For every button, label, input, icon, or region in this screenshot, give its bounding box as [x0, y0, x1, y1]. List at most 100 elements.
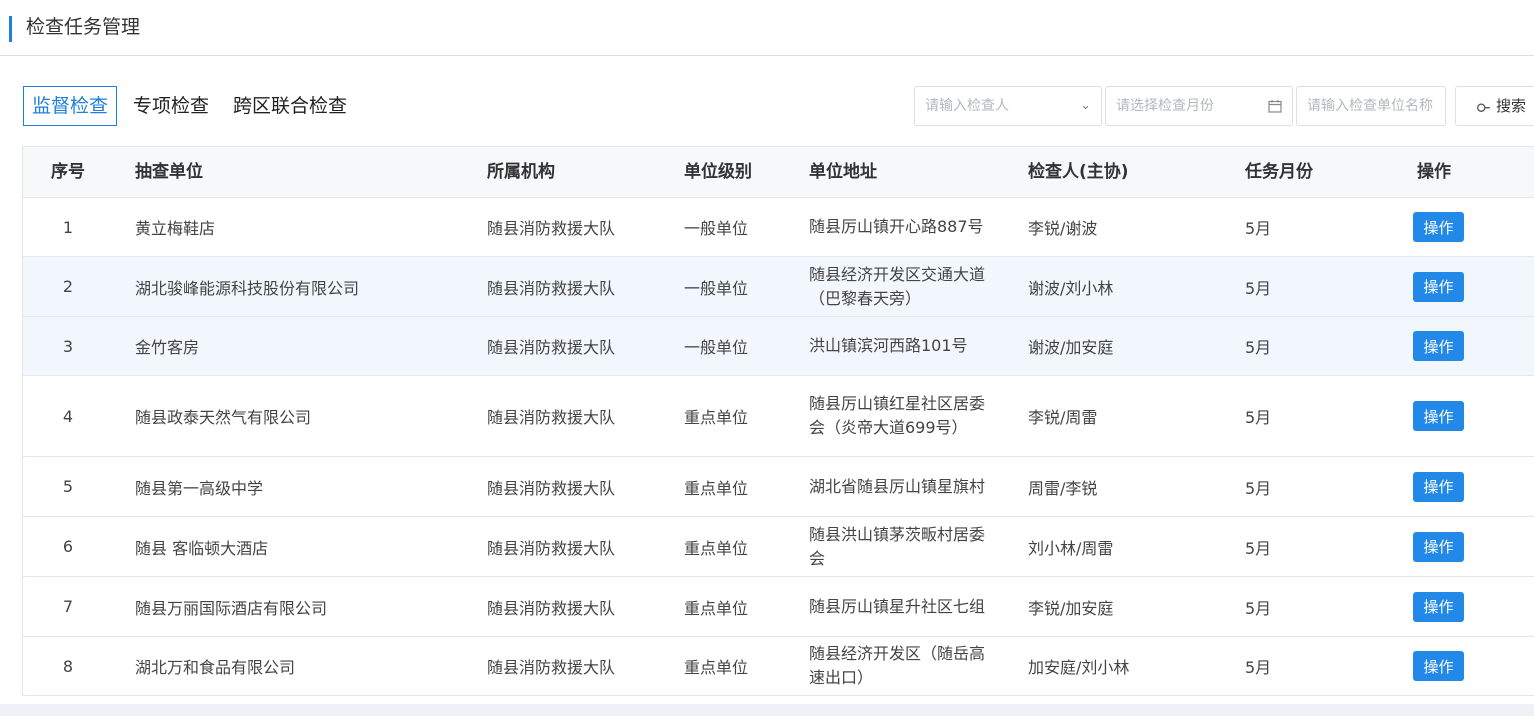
- search-button[interactable]: 搜索: [1455, 86, 1534, 126]
- cell-org: 随县消防救援大队: [487, 338, 616, 357]
- cell-month: 5月: [1245, 219, 1272, 238]
- cell-level: 一般单位: [684, 278, 749, 298]
- cell-inspector: 谢波/刘小林: [1028, 278, 1114, 298]
- cell-inspector: 李锐/周雷: [1028, 408, 1098, 427]
- task-table: 序号 抽查单位 所属机构 单位级别 单位地址 检查人(主协) 任务月份 操作 1…: [22, 146, 1534, 696]
- calendar-icon: [1268, 87, 1282, 125]
- cell-month: 5月: [1245, 278, 1272, 298]
- cell-org: 随县消防救援大队: [487, 598, 616, 618]
- tab-special-inspection[interactable]: 专项检查: [133, 87, 209, 125]
- search-icon: [1464, 89, 1499, 124]
- column-header-org: 所属机构: [487, 162, 555, 182]
- cell-org: 随县消防救援大队: [487, 278, 616, 298]
- cell-index: 4: [62, 406, 74, 426]
- cell-address: 随县经济开发区（随岳高速出口）: [809, 644, 986, 687]
- operate-button[interactable]: 操作: [1413, 471, 1464, 502]
- cell-action: 操作: [1413, 457, 1464, 516]
- operate-button[interactable]: 操作: [1413, 531, 1464, 562]
- cell-index: 2: [62, 277, 74, 296]
- cell-unit: 湖北骏峰能源科技股份有限公司: [135, 278, 360, 298]
- cell-action: 操作: [1413, 577, 1464, 636]
- cell-unit: 随县政泰天然气有限公司: [135, 408, 312, 427]
- cell-inspector: 周雷/李锐: [1028, 478, 1098, 498]
- table-body: 1 黄立梅鞋店 随县消防救援大队 一般单位 随县厉山镇开心路887号 李锐/谢波 5月 操作 2…: [23, 198, 1534, 696]
- horizontal-scrollbar[interactable]: [0, 704, 1534, 716]
- page-title: 检查任务管理: [26, 16, 141, 38]
- column-header-inspector: 检查人(主协): [1028, 162, 1129, 182]
- table-row[interactable]: 3 金竹客房 随县消防救援大队 一般单位 洪山镇滨河西路101号 谢波/加安庭 5月 操作: [23, 317, 1534, 376]
- cell-unit: 黄立梅鞋店: [135, 219, 216, 238]
- cell-action: 操作: [1413, 257, 1464, 316]
- operate-button[interactable]: 操作: [1413, 271, 1464, 302]
- cell-action: 操作: [1413, 637, 1464, 695]
- cell-org: 随县消防救援大队: [487, 538, 616, 558]
- cell-org: 随县消防救援大队: [487, 219, 616, 238]
- cell-level: 重点单位: [684, 658, 749, 677]
- cell-index: 7: [62, 597, 74, 616]
- cell-unit: 金竹客房: [135, 338, 200, 357]
- cell-address: 随县经济开发区交通大道（巴黎春天旁）: [809, 264, 986, 308]
- cell-month: 5月: [1245, 478, 1272, 498]
- cell-org: 随县消防救援大队: [487, 408, 616, 427]
- cell-inspector: 李锐/谢波: [1028, 219, 1098, 238]
- cell-month: 5月: [1245, 538, 1272, 558]
- inspector-select[interactable]: 请输入检查人 ⌄: [914, 86, 1102, 126]
- cell-org: 随县消防救援大队: [487, 658, 616, 677]
- cell-unit: 随县 客临顿大酒店: [135, 538, 269, 558]
- chevron-down-icon: ⌄: [1080, 98, 1091, 113]
- cell-index: 5: [62, 477, 74, 496]
- cell-unit: 随县万丽国际酒店有限公司: [135, 598, 328, 618]
- table-row[interactable]: 6 随县 客临顿大酒店 随县消防救援大队 重点单位 随县洪山镇茅茨畈村居委会 刘小林/周雷…: [23, 517, 1534, 577]
- cell-address: 随县洪山镇茅茨畈村居委会: [809, 524, 986, 568]
- cell-level: 重点单位: [684, 538, 749, 558]
- cell-level: 重点单位: [684, 598, 749, 618]
- cell-month: 5月: [1245, 598, 1272, 618]
- cell-address: 洪山镇滨河西路101号: [809, 336, 968, 355]
- cell-action: 操作: [1413, 376, 1464, 456]
- cell-index: 3: [62, 336, 74, 356]
- column-header-level: 单位级别: [684, 162, 752, 182]
- unit-name-input[interactable]: 请输入检查单位名称: [1296, 86, 1446, 126]
- column-header-address: 单位地址: [809, 162, 877, 182]
- cell-action: 操作: [1413, 317, 1464, 375]
- cell-month: 5月: [1245, 408, 1272, 427]
- column-header-month: 任务月份: [1245, 162, 1313, 182]
- table-row[interactable]: 7 随县万丽国际酒店有限公司 随县消防救援大队 重点单位 随县厉山镇星升社区七组 李锐/加…: [23, 577, 1534, 637]
- cell-index: 1: [62, 217, 74, 237]
- column-header-action: 操作: [1417, 162, 1451, 182]
- operate-button[interactable]: 操作: [1413, 212, 1464, 242]
- cell-unit: 湖北万和食品有限公司: [135, 658, 296, 677]
- cell-month: 5月: [1245, 338, 1272, 357]
- cell-level: 一般单位: [684, 219, 749, 238]
- tab-cross-region-inspection[interactable]: 跨区联合检查: [233, 87, 347, 125]
- unit-name-placeholder: 请输入检查单位名称: [1307, 98, 1433, 114]
- cell-address: 随县厉山镇星升社区七组: [809, 596, 986, 616]
- cell-action: 操作: [1413, 517, 1464, 576]
- tab-supervision-inspection[interactable]: 监督检查: [23, 86, 118, 126]
- cell-level: 重点单位: [684, 408, 749, 427]
- operate-button[interactable]: 操作: [1413, 401, 1464, 431]
- column-header-unit: 抽查单位: [135, 162, 203, 182]
- cell-address: 随县厉山镇红星社区居委会（炎帝大道699号）: [809, 394, 986, 437]
- operate-button[interactable]: 操作: [1413, 651, 1464, 681]
- cell-unit: 随县第一高级中学: [135, 478, 264, 498]
- table-row[interactable]: 2 湖北骏峰能源科技股份有限公司 随县消防救援大队 一般单位 随县经济开发区交通大道（巴…: [23, 257, 1534, 317]
- operate-button[interactable]: 操作: [1413, 591, 1464, 622]
- cell-inspector: 谢波/加安庭: [1028, 338, 1114, 357]
- search-button-label: 搜索: [1496, 97, 1527, 115]
- table-row[interactable]: 8 湖北万和食品有限公司 随县消防救援大队 重点单位 随县经济开发区（随岳高速出口） 加安…: [23, 637, 1534, 696]
- cell-inspector: 李锐/加安庭: [1028, 598, 1114, 618]
- table-row[interactable]: 1 黄立梅鞋店 随县消防救援大队 一般单位 随县厉山镇开心路887号 李锐/谢波 5月 操作: [23, 198, 1534, 257]
- table-row[interactable]: 4 随县政泰天然气有限公司 随县消防救援大队 重点单位 随县厉山镇红星社区居委会（炎帝大…: [23, 376, 1534, 457]
- table-header: 序号 抽查单位 所属机构 单位级别 单位地址 检查人(主协) 任务月份 操作: [23, 147, 1534, 198]
- title-accent-bar: [9, 16, 12, 42]
- inspector-select-placeholder: 请输入检查人: [925, 98, 1009, 114]
- table-row[interactable]: 5 随县第一高级中学 随县消防救援大队 重点单位 湖北省随县厉山镇星旗村 周雷/李锐 5月 操…: [23, 457, 1534, 517]
- cell-inspector: 加安庭/刘小林: [1028, 658, 1130, 677]
- cell-org: 随县消防救援大队: [487, 478, 616, 498]
- cell-level: 一般单位: [684, 338, 749, 357]
- month-picker[interactable]: 请选择检查月份: [1105, 86, 1293, 126]
- operate-button[interactable]: 操作: [1413, 331, 1464, 361]
- cell-index: 8: [62, 656, 74, 676]
- month-picker-placeholder: 请选择检查月份: [1116, 98, 1214, 114]
